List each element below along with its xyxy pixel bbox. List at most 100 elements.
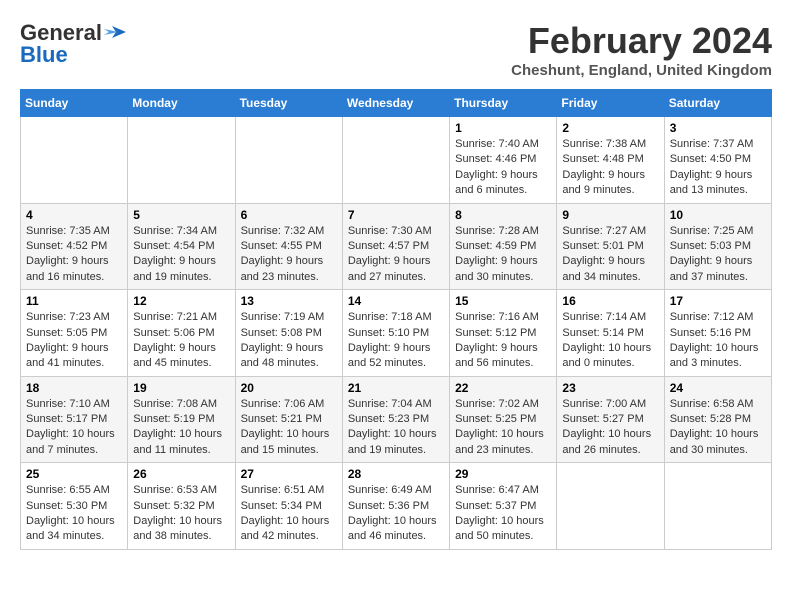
cell-info: Sunrise: 7:06 AM Sunset: 5:21 PM Dayligh… — [241, 397, 337, 459]
day-number: 24 — [670, 381, 766, 395]
day-number: 19 — [133, 381, 229, 395]
calendar-day-header: Monday — [128, 90, 235, 117]
cell-info: Sunrise: 7:19 AM Sunset: 5:08 PM Dayligh… — [241, 310, 337, 372]
cell-info: Sunrise: 6:55 AM Sunset: 5:30 PM Dayligh… — [26, 483, 122, 545]
calendar-cell — [21, 117, 128, 204]
cell-info: Sunrise: 6:58 AM Sunset: 5:28 PM Dayligh… — [670, 397, 766, 459]
calendar-cell: 10 Sunrise: 7:25 AM Sunset: 5:03 PM Dayli… — [664, 203, 771, 290]
cell-info: Sunrise: 7:28 AM Sunset: 4:59 PM Dayligh… — [455, 224, 551, 286]
day-number: 5 — [133, 208, 229, 222]
logo-blue-text: Blue — [20, 42, 68, 68]
day-number: 10 — [670, 208, 766, 222]
day-number: 7 — [348, 208, 444, 222]
cell-info: Sunrise: 7:38 AM Sunset: 4:48 PM Dayligh… — [562, 137, 658, 199]
calendar-header-row: SundayMondayTuesdayWednesdayThursdayFrid… — [21, 90, 772, 117]
day-number: 22 — [455, 381, 551, 395]
calendar-day-header: Saturday — [664, 90, 771, 117]
day-number: 26 — [133, 467, 229, 481]
day-number: 25 — [26, 467, 122, 481]
calendar-cell — [557, 463, 664, 550]
calendar-cell: 27 Sunrise: 6:51 AM Sunset: 5:34 PM Dayli… — [235, 463, 342, 550]
cell-info: Sunrise: 6:49 AM Sunset: 5:36 PM Dayligh… — [348, 483, 444, 545]
logo: General Blue — [20, 20, 126, 68]
calendar-cell: 26 Sunrise: 6:53 AM Sunset: 5:32 PM Dayli… — [128, 463, 235, 550]
day-number: 27 — [241, 467, 337, 481]
calendar-day-header: Wednesday — [342, 90, 449, 117]
cell-info: Sunrise: 6:47 AM Sunset: 5:37 PM Dayligh… — [455, 483, 551, 545]
calendar-cell: 1 Sunrise: 7:40 AM Sunset: 4:46 PM Daylig… — [450, 117, 557, 204]
day-number: 28 — [348, 467, 444, 481]
cell-info: Sunrise: 6:53 AM Sunset: 5:32 PM Dayligh… — [133, 483, 229, 545]
cell-info: Sunrise: 7:35 AM Sunset: 4:52 PM Dayligh… — [26, 224, 122, 286]
calendar-cell — [342, 117, 449, 204]
day-number: 16 — [562, 294, 658, 308]
cell-info: Sunrise: 6:51 AM Sunset: 5:34 PM Dayligh… — [241, 483, 337, 545]
calendar-cell — [235, 117, 342, 204]
day-number: 13 — [241, 294, 337, 308]
calendar-cell: 25 Sunrise: 6:55 AM Sunset: 5:30 PM Dayli… — [21, 463, 128, 550]
cell-info: Sunrise: 7:18 AM Sunset: 5:10 PM Dayligh… — [348, 310, 444, 372]
calendar-week-row: 11Sunrise: 7:23 AM Sunset: 5:05 PM Dayli… — [21, 290, 772, 377]
calendar-cell: 17 Sunrise: 7:12 AM Sunset: 5:16 PM Dayli… — [664, 290, 771, 377]
logo-bird-icon — [104, 24, 126, 42]
calendar-cell: 14 Sunrise: 7:18 AM Sunset: 5:10 PM Dayli… — [342, 290, 449, 377]
calendar-cell: 21 Sunrise: 7:04 AM Sunset: 5:23 PM Dayli… — [342, 376, 449, 463]
cell-info: Sunrise: 7:21 AM Sunset: 5:06 PM Dayligh… — [133, 310, 229, 372]
month-year-heading: February 2024 — [511, 20, 772, 62]
day-number: 23 — [562, 381, 658, 395]
calendar-body: 1 Sunrise: 7:40 AM Sunset: 4:46 PM Daylig… — [21, 117, 772, 550]
cell-info: Sunrise: 7:25 AM Sunset: 5:03 PM Dayligh… — [670, 224, 766, 286]
calendar-cell: 11Sunrise: 7:23 AM Sunset: 5:05 PM Dayli… — [21, 290, 128, 377]
day-number: 3 — [670, 121, 766, 135]
calendar-cell: 3 Sunrise: 7:37 AM Sunset: 4:50 PM Daylig… — [664, 117, 771, 204]
calendar-day-header: Sunday — [21, 90, 128, 117]
day-number: 12 — [133, 294, 229, 308]
calendar-cell: 5Sunrise: 7:34 AM Sunset: 4:54 PM Daylig… — [128, 203, 235, 290]
day-number: 17 — [670, 294, 766, 308]
cell-info: Sunrise: 7:14 AM Sunset: 5:14 PM Dayligh… — [562, 310, 658, 372]
calendar-cell: 13 Sunrise: 7:19 AM Sunset: 5:08 PM Dayli… — [235, 290, 342, 377]
day-number: 11 — [26, 294, 122, 308]
calendar-cell: 20Sunrise: 7:06 AM Sunset: 5:21 PM Dayli… — [235, 376, 342, 463]
location-heading: Cheshunt, England, United Kingdom — [511, 62, 772, 79]
calendar-week-row: 25 Sunrise: 6:55 AM Sunset: 5:30 PM Dayli… — [21, 463, 772, 550]
calendar-cell: 23 Sunrise: 7:00 AM Sunset: 5:27 PM Dayli… — [557, 376, 664, 463]
cell-info: Sunrise: 7:12 AM Sunset: 5:16 PM Dayligh… — [670, 310, 766, 372]
day-number: 6 — [241, 208, 337, 222]
title-area: February 2024 Cheshunt, England, United … — [511, 20, 772, 79]
calendar-cell: 8 Sunrise: 7:28 AM Sunset: 4:59 PM Daylig… — [450, 203, 557, 290]
calendar-week-row: 4Sunrise: 7:35 AM Sunset: 4:52 PM Daylig… — [21, 203, 772, 290]
calendar-cell: 19Sunrise: 7:08 AM Sunset: 5:19 PM Dayli… — [128, 376, 235, 463]
calendar-cell — [664, 463, 771, 550]
cell-info: Sunrise: 7:00 AM Sunset: 5:27 PM Dayligh… — [562, 397, 658, 459]
day-number: 15 — [455, 294, 551, 308]
day-number: 2 — [562, 121, 658, 135]
cell-info: Sunrise: 7:30 AM Sunset: 4:57 PM Dayligh… — [348, 224, 444, 286]
day-number: 1 — [455, 121, 551, 135]
cell-info: Sunrise: 7:37 AM Sunset: 4:50 PM Dayligh… — [670, 137, 766, 199]
day-number: 21 — [348, 381, 444, 395]
calendar-cell: 24 Sunrise: 6:58 AM Sunset: 5:28 PM Dayli… — [664, 376, 771, 463]
calendar-day-header: Thursday — [450, 90, 557, 117]
calendar-cell: 2 Sunrise: 7:38 AM Sunset: 4:48 PM Daylig… — [557, 117, 664, 204]
calendar-cell: 22Sunrise: 7:02 AM Sunset: 5:25 PM Dayli… — [450, 376, 557, 463]
calendar-cell — [128, 117, 235, 204]
calendar-cell: 18 Sunrise: 7:10 AM Sunset: 5:17 PM Dayli… — [21, 376, 128, 463]
calendar-cell: 16 Sunrise: 7:14 AM Sunset: 5:14 PM Dayli… — [557, 290, 664, 377]
cell-info: Sunrise: 7:10 AM Sunset: 5:17 PM Dayligh… — [26, 397, 122, 459]
calendar-week-row: 18 Sunrise: 7:10 AM Sunset: 5:17 PM Dayli… — [21, 376, 772, 463]
calendar-table: SundayMondayTuesdayWednesdayThursdayFrid… — [20, 89, 772, 550]
cell-info: Sunrise: 7:27 AM Sunset: 5:01 PM Dayligh… — [562, 224, 658, 286]
day-number: 8 — [455, 208, 551, 222]
header: General Blue February 2024 Cheshunt, Eng… — [20, 20, 772, 79]
day-number: 18 — [26, 381, 122, 395]
cell-info: Sunrise: 7:40 AM Sunset: 4:46 PM Dayligh… — [455, 137, 551, 199]
cell-info: Sunrise: 7:32 AM Sunset: 4:55 PM Dayligh… — [241, 224, 337, 286]
calendar-week-row: 1 Sunrise: 7:40 AM Sunset: 4:46 PM Daylig… — [21, 117, 772, 204]
calendar-cell: 28 Sunrise: 6:49 AM Sunset: 5:36 PM Dayli… — [342, 463, 449, 550]
calendar-cell: 12 Sunrise: 7:21 AM Sunset: 5:06 PM Dayli… — [128, 290, 235, 377]
day-number: 14 — [348, 294, 444, 308]
calendar-cell: 9Sunrise: 7:27 AM Sunset: 5:01 PM Daylig… — [557, 203, 664, 290]
cell-info: Sunrise: 7:04 AM Sunset: 5:23 PM Dayligh… — [348, 397, 444, 459]
calendar-cell: 4Sunrise: 7:35 AM Sunset: 4:52 PM Daylig… — [21, 203, 128, 290]
